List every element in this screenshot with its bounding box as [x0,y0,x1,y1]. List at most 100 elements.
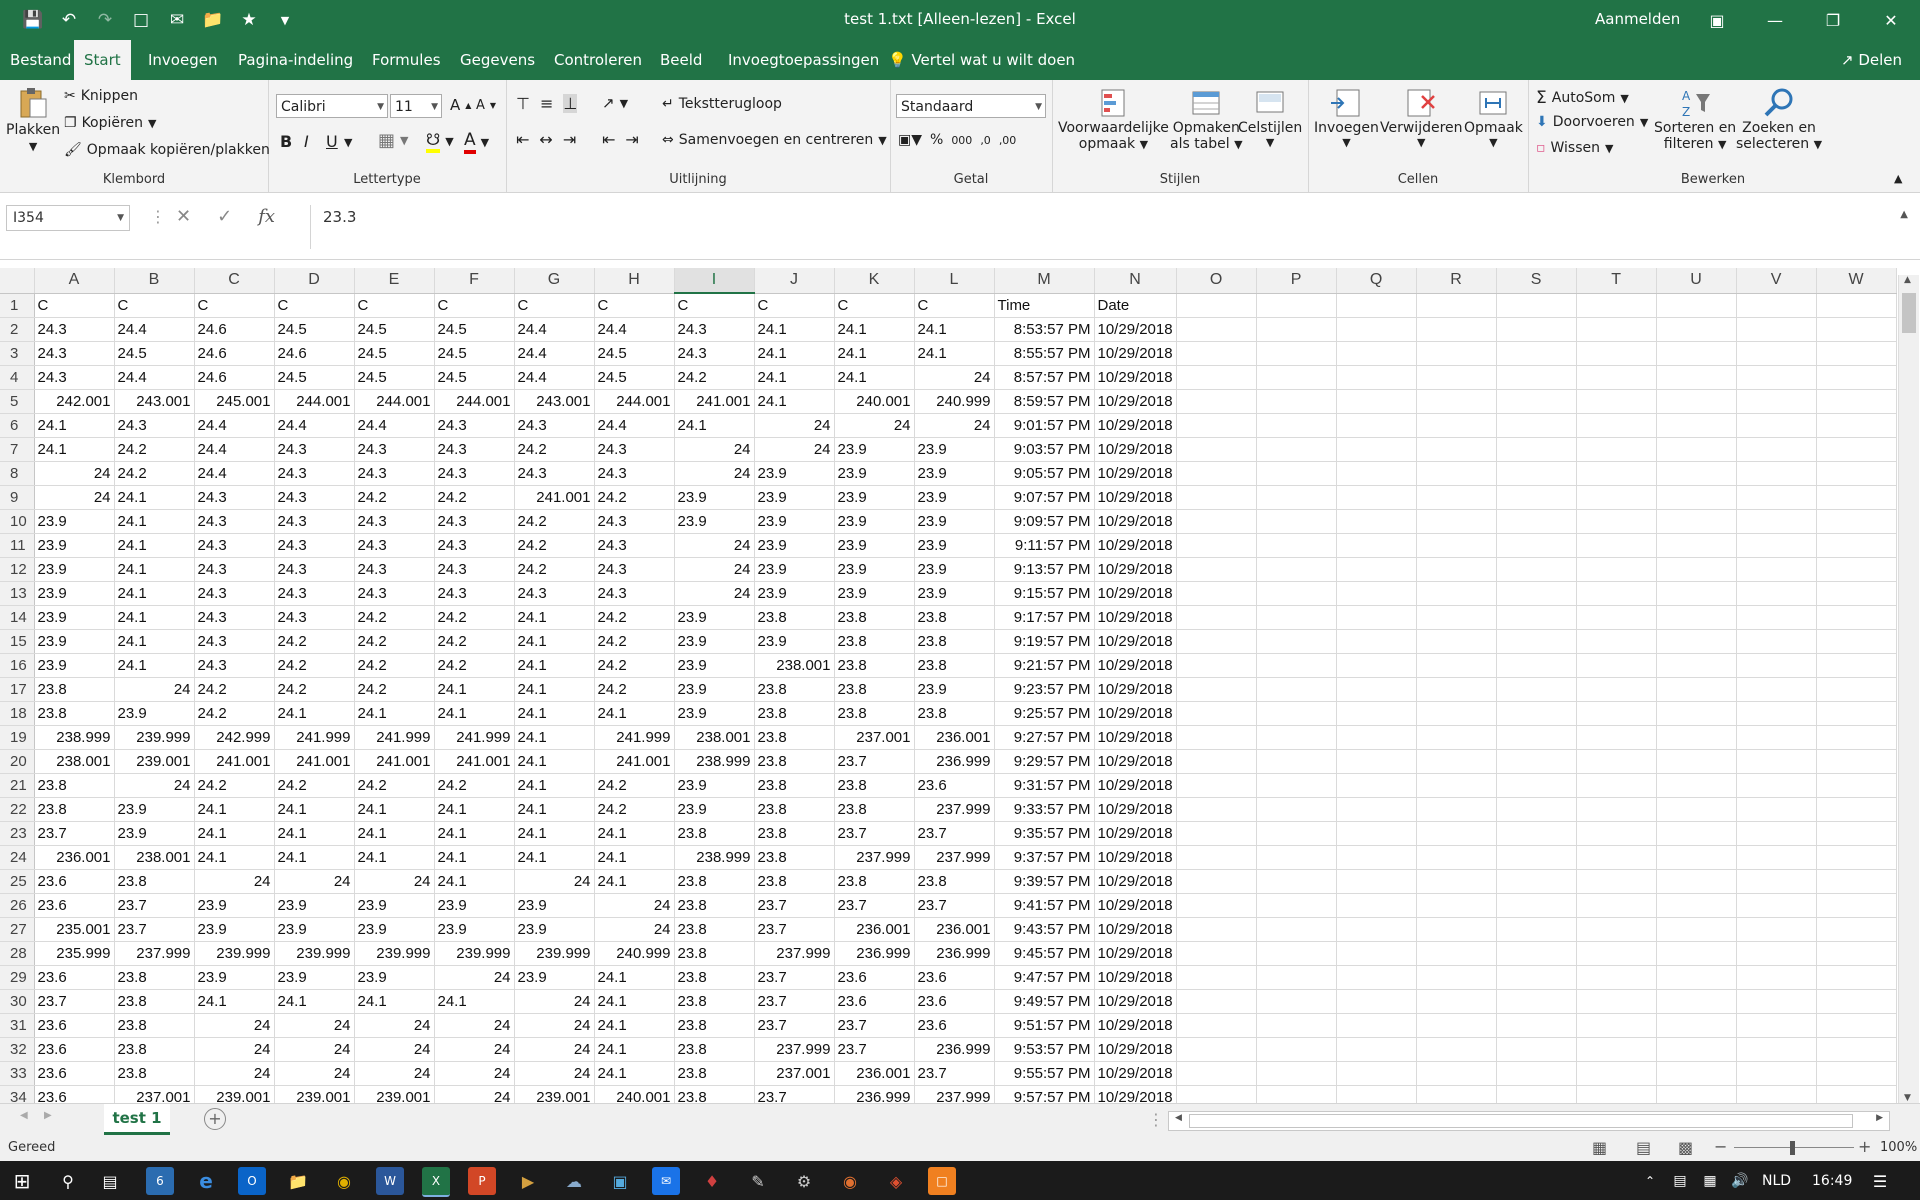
cell[interactable]: 236.001 [834,1061,915,1086]
cell[interactable]: 24.3 [274,605,355,630]
cell[interactable] [1416,437,1497,462]
cell[interactable]: 243.001 [514,389,595,414]
cell[interactable]: 238.999 [674,749,755,774]
cell[interactable]: 24 [274,869,355,894]
cell[interactable]: 23.9 [274,965,355,990]
column-header-g[interactable]: G [514,268,595,294]
horizontal-align-icons[interactable]: ⇤ ↔ ⇥ [516,130,576,149]
cell[interactable]: 24 [434,1085,515,1103]
cell[interactable] [1576,557,1657,582]
column-header-b[interactable]: B [114,268,195,294]
cell[interactable]: 9:21:57 PM [994,653,1095,678]
cell[interactable] [1496,821,1577,846]
cell[interactable]: 241.999 [594,725,675,750]
cell[interactable]: 23.9 [114,701,195,726]
cell[interactable]: 24 [194,869,275,894]
cell[interactable] [1496,869,1577,894]
tray-network-icon[interactable]: ▤ [1666,1167,1694,1195]
cell[interactable] [1416,581,1497,606]
cell[interactable]: 24.2 [274,773,355,798]
cell[interactable] [1736,509,1817,534]
cell[interactable]: 24.4 [594,317,675,342]
cell[interactable]: 24.1 [114,605,195,630]
cell[interactable]: 24 [674,437,755,462]
cell[interactable]: 24.1 [114,629,195,654]
cell[interactable] [1336,629,1417,654]
language-indicator[interactable]: NLD [1762,1173,1791,1189]
cell[interactable]: 237.999 [914,797,995,822]
file-explorer-icon[interactable]: 📁 [284,1167,312,1195]
row-header[interactable]: 17 [0,677,35,702]
cell[interactable]: 24.3 [274,557,355,582]
cell[interactable]: 24.2 [434,653,515,678]
cell[interactable]: 24.1 [514,605,595,630]
cell[interactable]: 24.1 [194,989,275,1014]
cell[interactable] [1256,725,1337,750]
scroll-right-icon[interactable]: ▶ [1876,1113,1883,1123]
cell[interactable]: 24.6 [194,365,275,390]
cell[interactable]: C [354,293,435,318]
cell[interactable] [1816,317,1897,342]
cell[interactable]: 24.1 [754,341,835,366]
cell[interactable]: 24.1 [514,629,595,654]
cell[interactable]: 24.3 [274,509,355,534]
cell[interactable]: 10/29/2018 [1094,797,1177,822]
collapse-ribbon-icon[interactable]: ▲ [1894,172,1902,185]
cell[interactable]: 24.2 [434,629,515,654]
cell[interactable]: 23.9 [914,677,995,702]
cell[interactable] [1576,1037,1657,1062]
cell[interactable]: 24.3 [194,485,275,510]
cell[interactable] [1496,917,1577,942]
cell[interactable] [1576,821,1657,846]
cell[interactable] [1336,893,1417,918]
cell[interactable] [1176,773,1257,798]
cell[interactable]: 23.8 [114,965,195,990]
cell[interactable]: 23.9 [34,605,115,630]
cell[interactable] [1256,797,1337,822]
cell[interactable]: 24.3 [274,485,355,510]
cell[interactable]: 9:25:57 PM [994,701,1095,726]
cell[interactable]: 23.8 [34,797,115,822]
cell[interactable] [1816,989,1897,1014]
cell[interactable]: 10/29/2018 [1094,821,1177,846]
cell[interactable]: 24.1 [114,557,195,582]
cell[interactable] [1416,533,1497,558]
cell[interactable]: 24.1 [514,749,595,774]
zoom-level[interactable]: 100% [1880,1140,1917,1155]
cell[interactable]: 23.9 [34,533,115,558]
cell[interactable] [1576,797,1657,822]
cell[interactable] [1816,677,1897,702]
edge-browser-icon[interactable]: e [192,1167,220,1195]
cell[interactable] [1656,485,1737,510]
cell[interactable]: 23.6 [34,1037,115,1062]
row-header[interactable]: 21 [0,773,35,798]
cell[interactable]: 24.3 [434,437,515,462]
wrap-text-button[interactable]: ↵ Tekstterugloop [662,96,782,112]
cell[interactable]: 24.1 [434,869,515,894]
row-header[interactable]: 25 [0,869,35,894]
cell[interactable] [1656,797,1737,822]
cell[interactable] [1336,533,1417,558]
cell[interactable] [1336,845,1417,870]
cell[interactable] [1736,701,1817,726]
cell[interactable] [1816,797,1897,822]
cell[interactable]: 23.9 [834,437,915,462]
cell[interactable] [1256,509,1337,534]
row-header[interactable]: 26 [0,893,35,918]
cell[interactable]: 23.9 [354,965,435,990]
column-header-t[interactable]: T [1576,268,1657,294]
delete-cells-button[interactable]: Verwijderen ▼ [1380,86,1463,149]
cell[interactable]: 24 [514,1037,595,1062]
cell[interactable] [1576,677,1657,702]
cell[interactable]: 239.001 [514,1085,595,1103]
cell[interactable] [1736,605,1817,630]
cell[interactable]: 24.2 [434,485,515,510]
cell[interactable]: 24.2 [434,773,515,798]
cell[interactable]: 24.3 [434,413,515,438]
row-header[interactable]: 19 [0,725,35,750]
cell[interactable]: 23.8 [34,773,115,798]
row-header[interactable]: 30 [0,989,35,1014]
cell[interactable]: 23.7 [34,821,115,846]
tab-beeld[interactable]: Beeld [650,40,712,80]
cell[interactable]: 10/29/2018 [1094,773,1177,798]
